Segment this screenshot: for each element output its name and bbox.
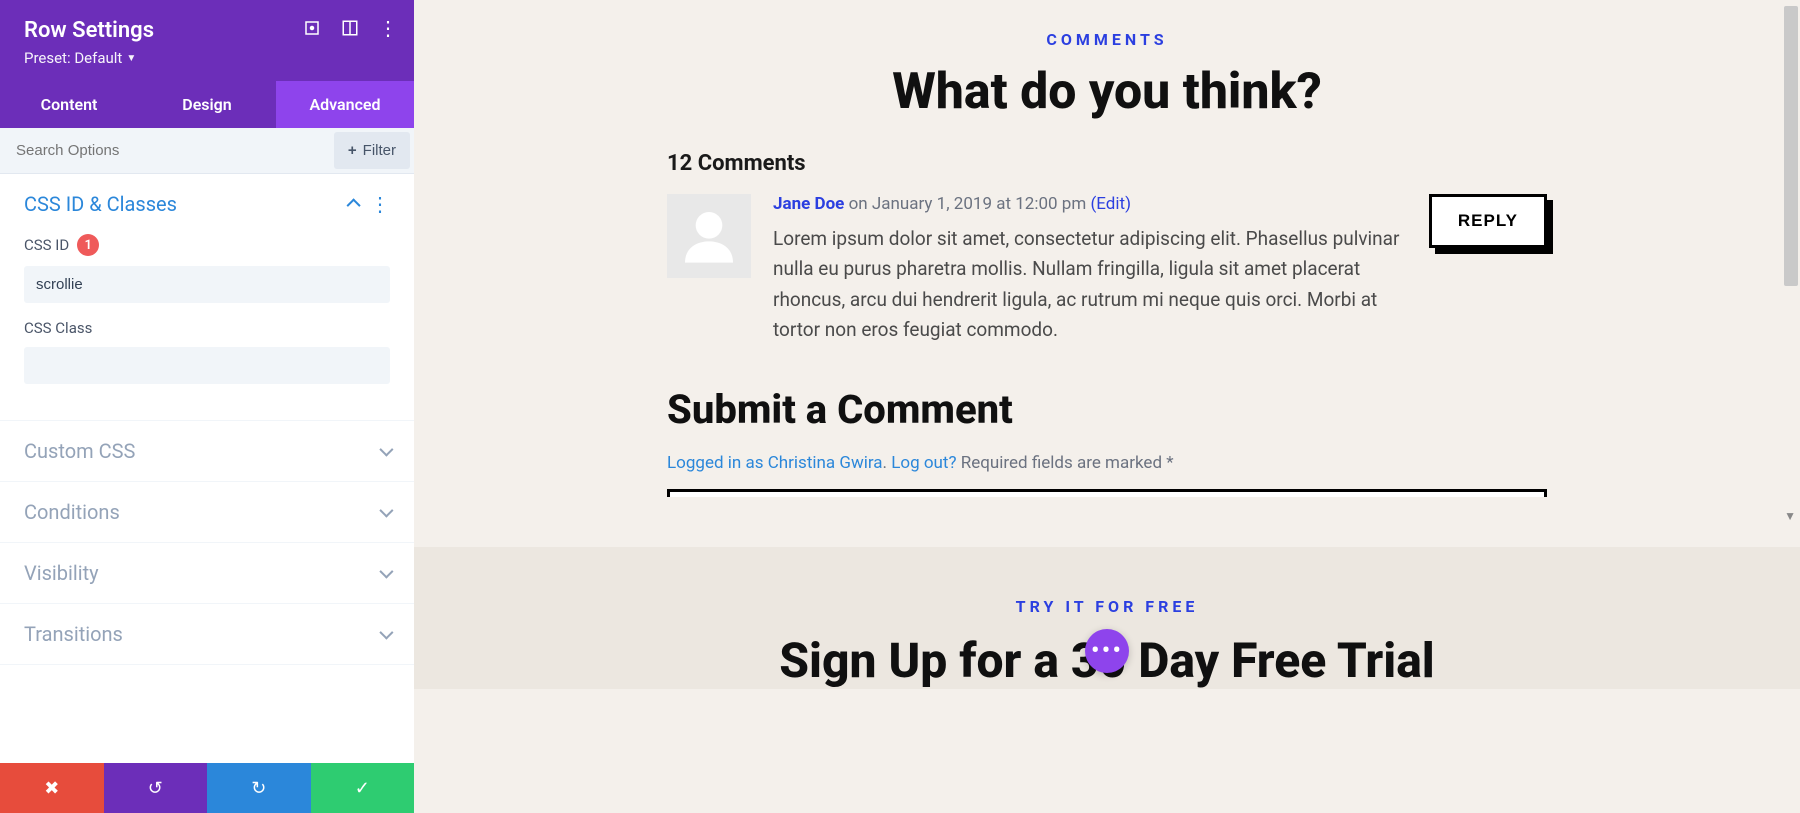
section-conditions: Conditions (0, 482, 414, 543)
section-title: CSS ID & Classes (24, 192, 177, 216)
comment-textarea[interactable] (667, 489, 1547, 497)
header-icons (302, 18, 398, 38)
comment-item: Jane Doe on January 1, 2019 at 12:00 pm … (667, 194, 1547, 346)
section-header-css[interactable]: CSS ID & Classes (0, 174, 414, 234)
search-row: + Filter (0, 128, 414, 174)
section-css-id-classes: CSS ID & Classes CSS ID 1 CSS Class (0, 174, 414, 421)
comments-heading: What do you think? (667, 63, 1547, 121)
preset-selector[interactable]: Preset: Default ▼ (24, 49, 136, 67)
comments-count: 12 Comments (667, 151, 1547, 176)
chevron-down-icon (379, 443, 393, 457)
chevron-down-icon (379, 626, 393, 640)
sidebar-header: Row Settings Preset: Default ▼ (0, 0, 414, 81)
expand-icon[interactable] (302, 18, 322, 38)
responsive-icon[interactable] (340, 18, 360, 38)
filter-label: Filter (363, 142, 396, 159)
tab-design[interactable]: Design (138, 81, 276, 128)
comments-label: COMMENTS (667, 30, 1547, 49)
chevron-up-icon (347, 198, 361, 212)
submit-heading: Submit a Comment (667, 386, 1547, 433)
comment-author-link[interactable]: Jane Doe (773, 194, 844, 214)
delete-button[interactable]: ✖ (0, 763, 104, 813)
section-transitions: Transitions (0, 604, 414, 665)
chevron-down-icon (379, 565, 393, 579)
more-icon[interactable] (378, 18, 398, 38)
comment-text: Lorem ipsum dolor sit amet, consectetur … (773, 224, 1407, 346)
css-id-input[interactable] (24, 266, 390, 303)
section-header-transitions[interactable]: Transitions (0, 604, 414, 664)
reply-button[interactable]: REPLY (1429, 194, 1547, 248)
css-class-input[interactable] (24, 347, 390, 384)
logged-in-link[interactable]: Logged in as Christina Gwira (667, 453, 883, 473)
tab-advanced[interactable]: Advanced (276, 81, 414, 128)
logout-link[interactable]: Log out? (891, 453, 956, 473)
search-input[interactable] (0, 130, 330, 171)
section-header-visibility[interactable]: Visibility (0, 543, 414, 603)
preview-scrollbar[interactable] (1784, 6, 1798, 286)
comment-meta: Jane Doe on January 1, 2019 at 12:00 pm … (773, 194, 1407, 214)
section-custom-css: Custom CSS (0, 421, 414, 482)
css-class-label: CSS Class (24, 319, 92, 337)
undo-button[interactable]: ↺ (104, 763, 208, 813)
filter-button[interactable]: + Filter (334, 132, 410, 169)
submit-meta: Logged in as Christina Gwira. Log out? R… (667, 453, 1547, 473)
panel-scroll[interactable]: CSS ID & Classes CSS ID 1 CSS Class (0, 174, 414, 763)
section-title: Visibility (24, 561, 99, 585)
bottom-actions: ✖ ↺ ↻ ✓ (0, 763, 414, 813)
preview-area: ▼ COMMENTS What do you think? 12 Comment… (414, 0, 1800, 813)
chevron-down-icon (379, 504, 393, 518)
section-header-custom-css[interactable]: Custom CSS (0, 421, 414, 481)
section-title: Transitions (24, 622, 123, 646)
comment-date: on January 1, 2019 at 12:00 pm (849, 194, 1087, 214)
css-id-badge: 1 (77, 234, 99, 256)
fab-more-button[interactable]: ••• (1085, 629, 1129, 673)
required-text: Required fields are marked * (961, 453, 1174, 473)
redo-button[interactable]: ↻ (207, 763, 311, 813)
settings-sidebar: Row Settings Preset: Default ▼ Content D… (0, 0, 414, 813)
tabs: Content Design Advanced (0, 81, 414, 128)
section-more-icon[interactable] (370, 192, 390, 216)
save-button[interactable]: ✓ (311, 763, 415, 813)
css-id-label: CSS ID (24, 236, 69, 254)
section-title: Custom CSS (24, 439, 135, 463)
preset-label: Preset: Default (24, 49, 122, 67)
comment-edit-link[interactable]: (Edit) (1090, 194, 1131, 214)
trial-label: TRY IT FOR FREE (474, 597, 1740, 616)
preview-expand-icon[interactable]: ▼ (1784, 509, 1796, 523)
tab-content[interactable]: Content (0, 81, 138, 128)
section-visibility: Visibility (0, 543, 414, 604)
section-header-conditions[interactable]: Conditions (0, 482, 414, 542)
avatar (667, 194, 751, 278)
section-body: CSS ID 1 CSS Class (0, 234, 414, 420)
section-title: Conditions (24, 500, 120, 524)
